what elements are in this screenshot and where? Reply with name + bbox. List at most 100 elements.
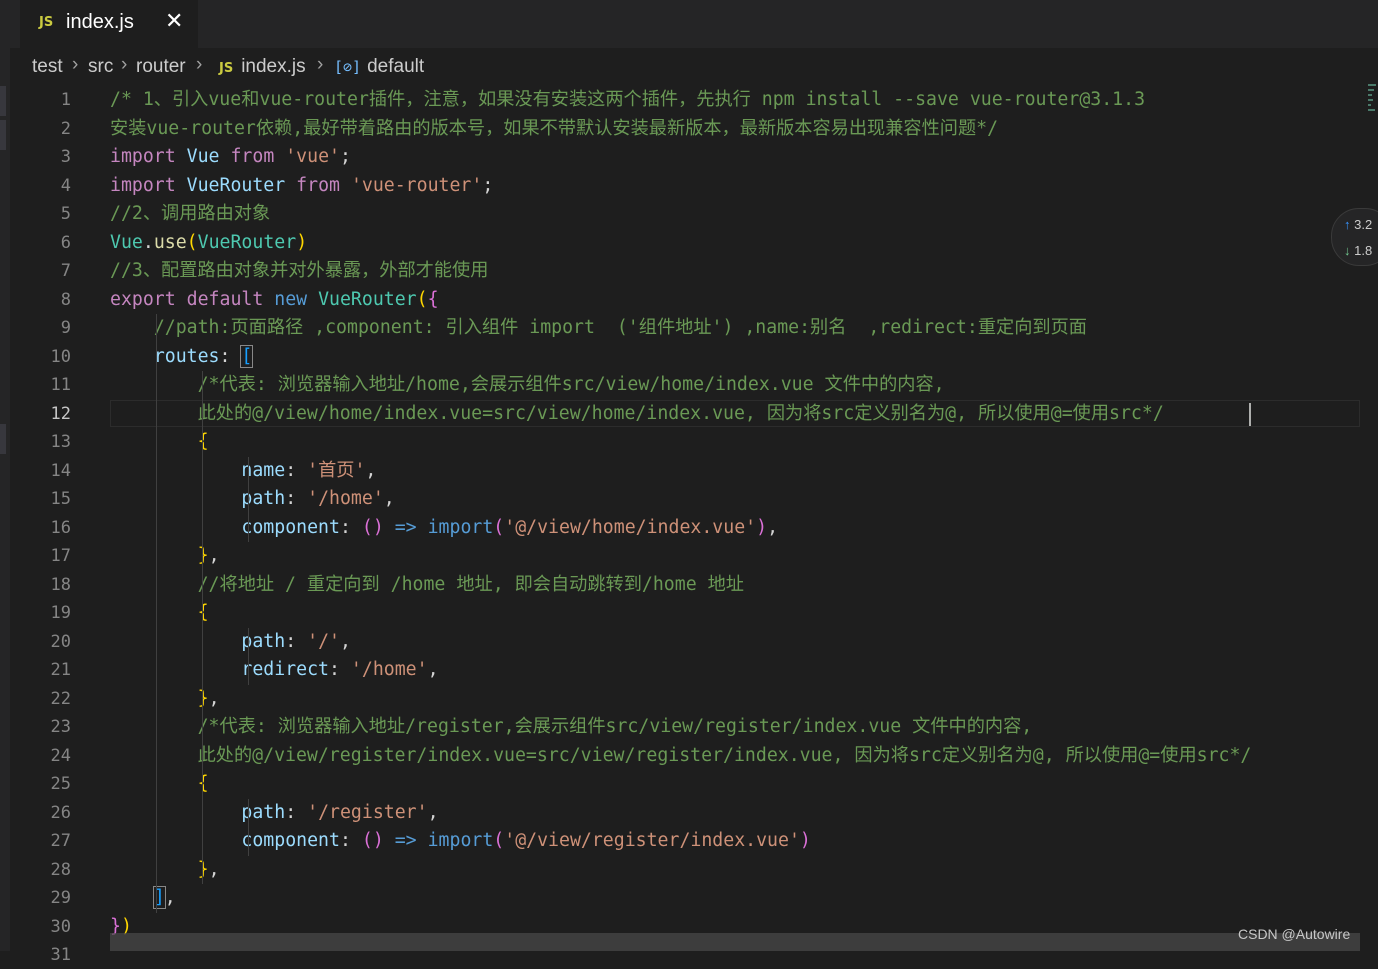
code-text: 安装vue-router依赖,最好带着路由的版本号，如果不带默认安装最新版本，最… (110, 117, 999, 139)
code-line[interactable]: 24 此处的@/view/register/index.vue=src/view… (10, 742, 1360, 770)
chevron-right-icon: › (317, 54, 324, 75)
code-text: /*代表: 浏览器输入地址/home,会展示组件src/view/home/in… (197, 374, 945, 395)
strip-mark (0, 86, 6, 116)
indent-guide (202, 371, 203, 884)
line-number: 3 (60, 147, 71, 167)
line-number: 27 (50, 831, 71, 851)
line-number: 9 (60, 318, 71, 338)
code-line[interactable]: 3 import Vue from 'vue'; (10, 143, 1360, 171)
code-line[interactable]: 19 { (10, 599, 1360, 627)
code-text: path: '/', (241, 630, 351, 652)
code-line[interactable]: 2 安装vue-router依赖,最好带着路由的版本号，如果不带默认安装最新版本，… (10, 115, 1360, 143)
code-text: }, (197, 858, 220, 880)
code-text: path: '/home', (241, 488, 395, 509)
code-line[interactable]: 9 //path:页面路径 ,component: 引入组件 import ('… (10, 314, 1360, 342)
code-text: /*代表: 浏览器输入地址/register,会展示组件src/view/reg… (197, 716, 1033, 737)
code-text: { (197, 431, 209, 452)
code-line[interactable]: 10 routes: [ (10, 343, 1360, 371)
code-line[interactable]: 28 }, (10, 856, 1360, 884)
breadcrumb-item-router[interactable]: router (136, 56, 186, 78)
code-text: name: '首页', (241, 459, 377, 481)
code-text: //path:页面路径 ,component: 引入组件 import ('组件… (153, 317, 1087, 338)
line-number: 17 (50, 546, 71, 566)
line-number: 26 (50, 802, 71, 823)
line-number: 6 (60, 232, 71, 253)
code-line[interactable]: 7 //3、配置路由对象并对外暴露，外部才能使用 (10, 257, 1360, 285)
line-number: 14 (50, 460, 71, 481)
code-text: { (197, 602, 209, 623)
breadcrumb-symbol-label: default (367, 56, 425, 77)
line-number: 30 (50, 916, 71, 937)
code-line[interactable]: 11 /*代表: 浏览器输入地址/home,会展示组件src/view/home… (10, 371, 1360, 399)
line-number: 4 (60, 175, 71, 196)
tab-title: index.js (66, 11, 134, 33)
code-line[interactable]: 20 path: '/', (10, 628, 1360, 656)
code-text: }, (197, 687, 220, 709)
code-editor[interactable]: 1 /* 1、引入vue和vue-router插件，注意，如果没有安装这两个插件，… (10, 86, 1370, 965)
line-number: 20 (50, 631, 71, 652)
indent-guide (248, 627, 249, 685)
activity-strip (0, 0, 10, 951)
javascript-file-icon: JS (219, 61, 234, 76)
code-line[interactable]: 26 path: '/register', (10, 799, 1360, 827)
sync-up-value: 3.2 (1354, 217, 1373, 232)
line-number: 31 (50, 945, 71, 965)
code-text: component: () => import('@/view/register… (241, 830, 811, 851)
line-number: 2 (60, 118, 71, 139)
line-number: 25 (50, 774, 71, 794)
code-line[interactable]: 1 /* 1、引入vue和vue-router插件，注意，如果没有安装这两个插件，… (10, 86, 1360, 114)
code-line[interactable]: 29 ], (10, 884, 1360, 912)
code-text: component: () => import('@/view/home/ind… (241, 516, 779, 538)
code-text: }, (197, 545, 220, 566)
code-line[interactable]: 21 redirect: '/home', (10, 656, 1360, 684)
text-cursor (1249, 402, 1251, 426)
arrow-down-icon: ↓ (1344, 243, 1351, 258)
code-line[interactable]: 15 path: '/home', (10, 485, 1360, 513)
line-number: 8 (60, 289, 71, 310)
sync-down-value: 1.8 (1354, 243, 1373, 258)
code-line[interactable]: 13 { (10, 428, 1360, 456)
code-text: 此处的@/view/home/index.vue=src/view/home/i… (197, 402, 1164, 424)
code-text: ], (152, 886, 176, 909)
git-sync-widget[interactable]: ↑ 3.2 ↓ 1.8 (1331, 208, 1378, 266)
code-text: Vue.use(VueRouter) (110, 231, 308, 253)
code-text: { (197, 773, 209, 794)
code-line[interactable]: 17 }, (10, 542, 1360, 570)
code-line[interactable]: 22 }, (10, 685, 1360, 713)
code-line[interactable]: 6 Vue.use(VueRouter) (10, 229, 1360, 257)
tab-bar: JS index.js ✕ (10, 0, 1378, 48)
code-line[interactable]: 14 name: '首页', (10, 457, 1360, 485)
chevron-right-icon: › (121, 54, 128, 75)
code-line[interactable]: 18 //将地址 / 重定向到 /home 地址, 即会自动跳转到/home 地… (10, 571, 1360, 599)
code-line[interactable]: 27 component: () => import('@/view/regis… (10, 827, 1360, 855)
minimap[interactable] (1368, 84, 1378, 154)
code-line[interactable]: 12 此处的@/view/home/index.vue=src/view/hom… (10, 399, 1360, 428)
code-text: /* 1、引入vue和vue-router插件，注意，如果没有安装这两个插件，先… (110, 89, 1146, 110)
code-text: //将地址 / 重定向到 /home 地址, 即会自动跳转到/home 地址 (197, 573, 744, 595)
line-number: 19 (50, 603, 71, 623)
arrow-up-icon: ↑ (1344, 217, 1351, 232)
code-line[interactable]: 8 export default new VueRouter({ (10, 286, 1360, 314)
breadcrumb: test › src › router › JS index.js › [⊘] de… (10, 48, 1378, 86)
line-number: 16 (50, 517, 71, 538)
code-text: 此处的@/view/register/index.vue=src/view/re… (197, 744, 1252, 766)
breadcrumb-item-test[interactable]: test (32, 56, 63, 78)
breadcrumb-item-file[interactable]: JS index.js (219, 56, 306, 78)
line-number: 1 (60, 90, 71, 110)
code-line[interactable]: 5 //2、调用路由对象 (10, 200, 1360, 228)
code-line[interactable]: 16 component: () => import('@/view/home/… (10, 514, 1360, 542)
horizontal-scrollbar[interactable] (110, 933, 1360, 951)
breadcrumb-file-label: index.js (241, 56, 306, 77)
breadcrumb-item-src[interactable]: src (88, 56, 113, 78)
close-icon[interactable]: ✕ (165, 9, 183, 34)
code-text: import Vue from 'vue'; (110, 146, 351, 167)
code-line[interactable]: 23 /*代表: 浏览器输入地址/register,会展示组件src/view/… (10, 713, 1360, 741)
watermark: CSDN @Autowire (1238, 926, 1351, 942)
code-line[interactable]: 25 { (10, 770, 1360, 798)
breadcrumb-item-symbol[interactable]: [⊘] default (334, 56, 424, 78)
line-number: 22 (50, 688, 71, 709)
code-text: routes: [ (153, 344, 254, 368)
tab-index-js[interactable]: JS index.js ✕ (20, 0, 198, 48)
code-line[interactable]: 4 import VueRouter from 'vue-router'; (10, 172, 1360, 200)
code-text: export default new VueRouter({ (110, 288, 439, 310)
